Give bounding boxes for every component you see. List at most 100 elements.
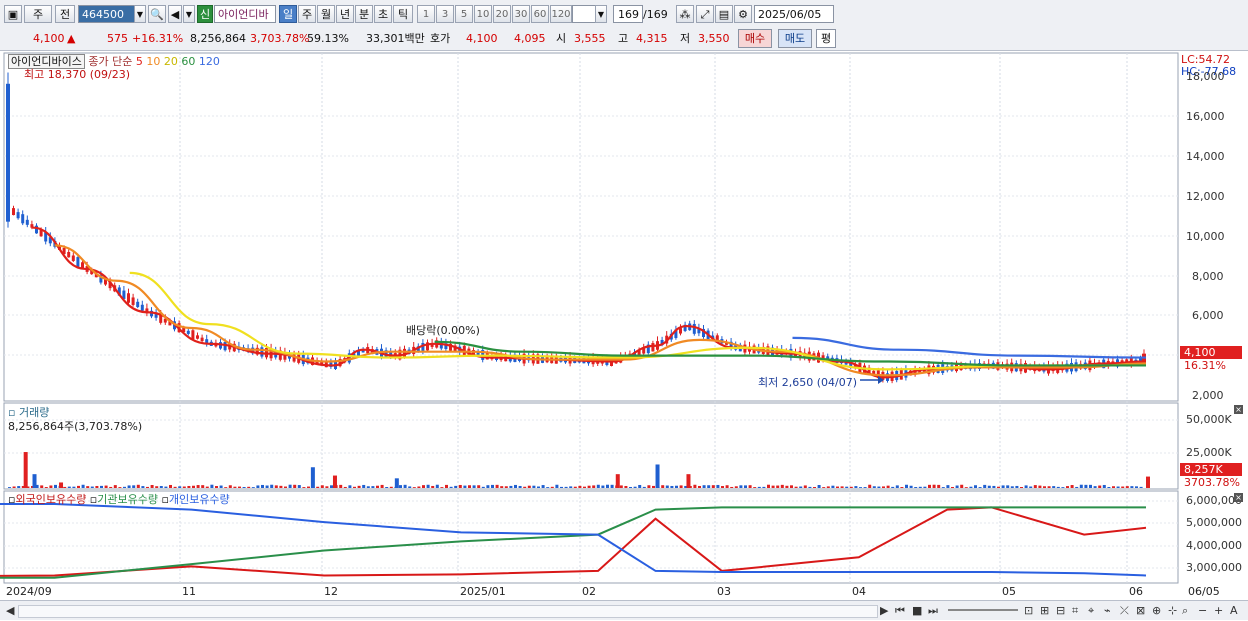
interval-120[interactable]: 120 xyxy=(550,5,572,23)
period-day[interactable]: 일 xyxy=(279,5,297,23)
interval-30[interactable]: 30 xyxy=(512,5,530,23)
volume-bar xyxy=(592,485,596,488)
volume-bar xyxy=(399,485,402,488)
scroll-right-icon[interactable]: ▶ xyxy=(880,604,888,617)
volume-bar xyxy=(1089,484,1092,488)
speaker-dropdown-icon[interactable]: ▼ xyxy=(183,5,195,23)
volume-bar xyxy=(67,486,71,488)
candle xyxy=(21,214,25,224)
volume-bar xyxy=(178,486,182,488)
candle xyxy=(67,251,71,258)
date-input[interactable]: 2025/06/05 xyxy=(754,5,834,23)
forward-icon[interactable]: ⏭ xyxy=(928,604,938,618)
period-minute[interactable]: 분 xyxy=(355,5,373,23)
period-week[interactable]: 주 xyxy=(298,5,316,23)
rewind-icon[interactable]: ⏮ xyxy=(895,604,905,618)
period-month[interactable]: 월 xyxy=(317,5,335,23)
sell-button[interactable]: 매도 xyxy=(778,29,812,48)
volume-bar xyxy=(136,484,140,488)
interval-1[interactable]: 1 xyxy=(417,5,435,23)
search-icon[interactable]: 🔍 xyxy=(148,5,166,23)
candle xyxy=(692,323,696,334)
zoom-slider[interactable] xyxy=(948,609,1018,611)
volume-bar xyxy=(1093,486,1097,488)
count-total: /169 xyxy=(643,8,668,21)
chart-canvas[interactable] xyxy=(0,51,1248,601)
volume-bar-major xyxy=(394,478,399,488)
stock-name-field[interactable]: 아이언디바 xyxy=(214,5,276,23)
tool-icon-2[interactable]: ⊞ xyxy=(1040,604,1049,617)
eval-button[interactable]: 평 xyxy=(816,29,836,48)
volume-bar xyxy=(1125,486,1129,488)
close-holdings-icon[interactable]: × xyxy=(1234,493,1243,502)
tool-icon-5[interactable]: ⌖ xyxy=(1088,604,1094,618)
layout-icon[interactable]: ▣ xyxy=(4,5,22,23)
volume-bar xyxy=(54,484,57,488)
stock-code-input[interactable]: 464500 xyxy=(78,5,136,23)
volume-bar xyxy=(836,486,839,488)
volume-bar xyxy=(49,485,53,488)
interval-3[interactable]: 3 xyxy=(436,5,454,23)
volume-bar xyxy=(937,484,941,488)
interval-5[interactable]: 5 xyxy=(455,5,473,23)
scroll-left-icon[interactable]: ◀ xyxy=(6,604,14,617)
crosshair-icon[interactable]: ⊹ xyxy=(1168,604,1177,617)
volume-bar xyxy=(95,485,99,488)
volume-info: 8,256,864주(3,703.78%) xyxy=(8,420,143,433)
tool-icon-9[interactable]: ⊕ xyxy=(1152,604,1161,617)
interval-custom-input[interactable] xyxy=(572,5,596,23)
close-volume-icon[interactable]: × xyxy=(1234,405,1243,414)
font-size-icon[interactable]: A xyxy=(1230,604,1238,617)
volume-bar xyxy=(946,485,950,488)
new-listing-badge: 신 xyxy=(197,5,213,23)
period-second[interactable]: 초 xyxy=(374,5,392,23)
market-select[interactable]: 주 xyxy=(24,5,52,23)
volume-bar xyxy=(872,486,876,488)
tool-icon-6[interactable]: ⌁ xyxy=(1104,604,1111,617)
tool-icon-3[interactable]: ⊟ xyxy=(1056,604,1065,617)
tool-icon-8[interactable]: ⊠ xyxy=(1136,604,1145,617)
volume-bar xyxy=(813,487,816,488)
volume-bar xyxy=(201,485,205,488)
pattern-icon[interactable]: ⁂ xyxy=(676,5,694,23)
toolbar: ▣ 주 전 464500 ▼ 🔍 ◀ ▼ 신 아이언디바 일 주 월 년 분 초… xyxy=(0,0,1248,29)
open-label: 시 xyxy=(556,32,567,45)
code-dropdown-icon[interactable]: ▼ xyxy=(134,5,146,23)
draw-tool-icon[interactable]: ⤢ xyxy=(696,5,714,23)
tool-icon-7[interactable]: ⤫ xyxy=(1120,604,1129,618)
count-input[interactable]: 169 xyxy=(613,5,643,23)
volume-bar xyxy=(808,486,812,488)
tool-icon-1[interactable]: ⊡ xyxy=(1024,604,1033,617)
volume-bar xyxy=(127,485,131,488)
zoom-in-icon[interactable]: + xyxy=(1214,604,1223,617)
volume-bar xyxy=(762,486,766,488)
period-tick[interactable]: 틱 xyxy=(393,5,413,23)
volume-bar xyxy=(146,486,149,488)
volume-bar xyxy=(77,485,80,488)
interval-10[interactable]: 10 xyxy=(474,5,492,23)
interval-20[interactable]: 20 xyxy=(493,5,511,23)
volume-bar xyxy=(583,486,586,488)
volume-bar xyxy=(799,486,803,488)
zoom-out-icon[interactable]: − xyxy=(1198,604,1207,617)
prev-button[interactable]: 전 xyxy=(55,5,75,23)
tool-icon-4[interactable]: ⌗ xyxy=(1072,604,1078,618)
candle xyxy=(6,83,10,222)
volume-bar xyxy=(757,486,761,488)
gear-icon[interactable]: ⚙ xyxy=(734,5,752,23)
buy-button[interactable]: 매수 xyxy=(738,29,772,48)
y-tick: 18,000 xyxy=(1186,70,1225,83)
volume-bar xyxy=(279,485,283,488)
interval-dropdown-icon[interactable]: ▼ xyxy=(595,5,607,23)
stop-icon[interactable]: ■ xyxy=(912,604,922,617)
scroll-track[interactable] xyxy=(18,605,878,618)
volume-bar xyxy=(380,484,384,488)
volume-bar xyxy=(826,486,830,488)
period-year[interactable]: 년 xyxy=(336,5,354,23)
speaker-icon[interactable]: ◀ xyxy=(168,5,182,23)
volume-bar xyxy=(463,485,467,488)
zoom-icon[interactable]: ⌕ xyxy=(1182,604,1188,618)
candle xyxy=(196,335,199,339)
interval-60[interactable]: 60 xyxy=(531,5,549,23)
save-icon[interactable]: ▤ xyxy=(715,5,733,23)
